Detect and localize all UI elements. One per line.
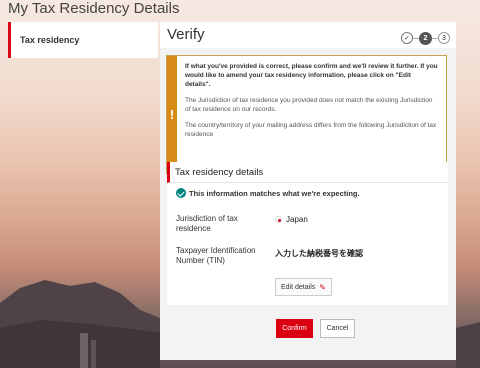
- step-2-current: 2: [419, 31, 432, 45]
- tax-residency-details-card: Tax residency details This information m…: [167, 162, 448, 305]
- jurisdiction-value: Japan: [275, 215, 308, 224]
- page-title: My Tax Residency Details: [8, 0, 180, 17]
- edit-details-button[interactable]: Edit details ✎: [275, 278, 332, 296]
- alert-heading: If what you've provided is correct, plea…: [184, 63, 438, 88]
- sidebar-item-label: Tax residency: [20, 35, 80, 45]
- warning-icon: !: [167, 56, 177, 173]
- verify-title: Verify: [167, 26, 205, 43]
- verify-panel: Verify ✓ 2 3 ! If what you've provided i…: [160, 22, 456, 360]
- match-status: This information matches what we're expe…: [176, 188, 360, 198]
- tin-label: Taxpayer Identification Number (TIN): [176, 246, 256, 265]
- edit-details-label: Edit details: [281, 283, 316, 291]
- warning-alert: ! If what you've provided is correct, pl…: [166, 55, 447, 174]
- pencil-icon: ✎: [319, 282, 326, 292]
- jurisdiction-value-text: Japan: [286, 215, 308, 224]
- cancel-button[interactable]: Cancel: [320, 319, 355, 338]
- jurisdiction-label: Jurisdiction of tax residence: [176, 214, 238, 233]
- verify-header: Verify ✓ 2 3: [160, 22, 456, 48]
- alert-body: If what you've provided is correct, plea…: [177, 56, 446, 173]
- progress-stepper: ✓ 2 3: [401, 31, 450, 45]
- alert-message: The Jurisdiction of tax residence you pr…: [184, 97, 433, 113]
- alert-message: The country/territory of your mailing ad…: [184, 122, 437, 138]
- japan-flag-icon: [275, 216, 282, 223]
- match-text: This information matches what we're expe…: [189, 188, 360, 198]
- step-3-upcoming: 3: [438, 32, 450, 44]
- tin-value: 入力した納税番号を確認: [275, 249, 363, 258]
- confirm-button[interactable]: Confirm: [276, 319, 313, 338]
- check-circle-icon: [176, 188, 186, 198]
- sidebar-item-tax-residency[interactable]: Tax residency: [8, 22, 158, 58]
- step-1-complete-icon: ✓: [401, 32, 413, 44]
- details-heading: Tax residency details: [167, 162, 448, 183]
